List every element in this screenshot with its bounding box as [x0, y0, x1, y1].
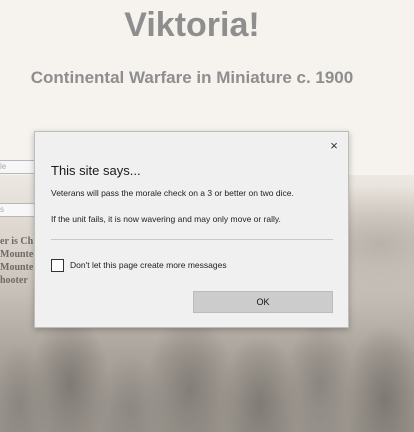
dialog-divider	[51, 239, 333, 240]
alert-dialog: × This site says... Veterans will pass t…	[34, 131, 349, 328]
dialog-message-line: If the unit fails, it is now wavering an…	[51, 214, 281, 224]
close-icon[interactable]: ×	[326, 138, 342, 154]
modal-overlay: × This site says... Veterans will pass t…	[0, 0, 414, 432]
ok-button[interactable]: OK	[193, 291, 333, 313]
dialog-title: This site says...	[51, 163, 141, 178]
dialog-message-line: Veterans will pass the morale check on a…	[51, 188, 294, 198]
suppress-messages-checkbox[interactable]	[51, 259, 64, 272]
suppress-messages-label[interactable]: Don't let this page create more messages	[70, 260, 227, 270]
